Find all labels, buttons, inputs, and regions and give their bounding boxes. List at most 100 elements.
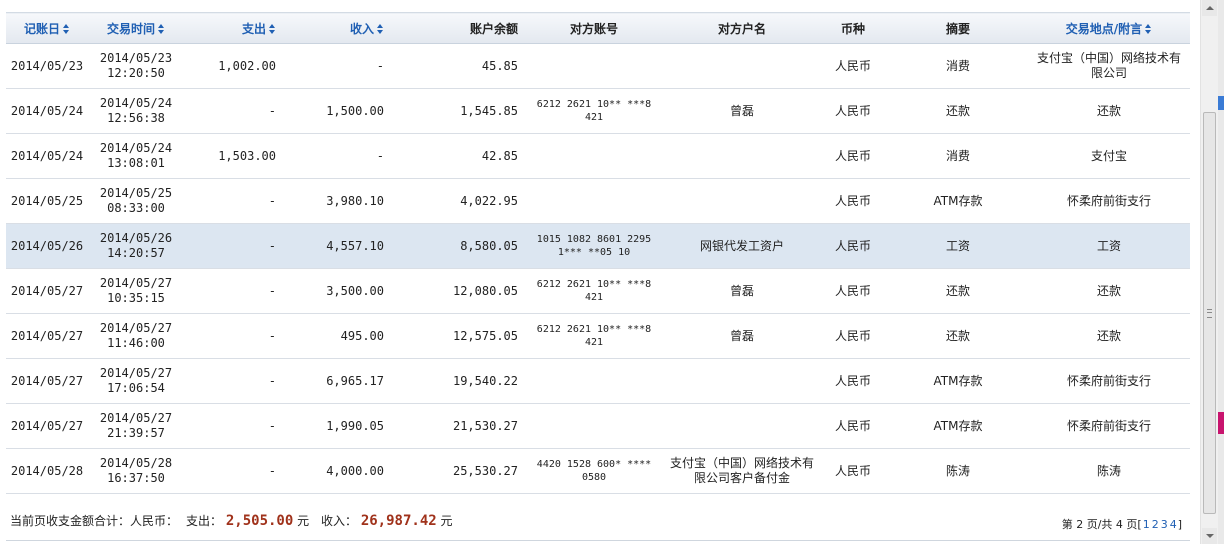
cell-time-date: 2014/05/23 xyxy=(99,51,173,65)
vertical-scrollbar[interactable] xyxy=(1200,0,1218,544)
cell-place: 怀柔府前街支行 xyxy=(1028,403,1190,449)
cell-time-date: 2014/05/25 xyxy=(99,186,173,200)
cell-memo: 工资 xyxy=(888,223,1028,269)
sort-icon xyxy=(269,23,276,34)
table-row[interactable]: 2014/05/28 2014/05/28 16:37:50-4,000.00 25,… xyxy=(6,448,1190,494)
cell-out: - xyxy=(184,268,280,314)
cell-balance: 12,080.05 xyxy=(388,268,522,314)
cell-time-date: 2014/05/24 xyxy=(99,96,173,110)
cell-out: - xyxy=(184,313,280,359)
cell-place: 工资 xyxy=(1028,223,1190,269)
cell-account: 1015 1082 8601 2295 1*** **05 10 xyxy=(522,223,666,269)
cell-time-clock: 10:35:15 xyxy=(107,291,165,305)
table-row[interactable]: 2014/05/26 2014/05/26 14:20:57-4,557.10 8,5… xyxy=(6,223,1190,269)
cell-memo: 消费 xyxy=(888,133,1028,179)
cell-date: 2014/05/27 xyxy=(6,268,88,314)
table-row[interactable]: 2014/05/25 2014/05/25 08:33:00-3,980.10 4,0… xyxy=(6,178,1190,224)
cell-name xyxy=(666,403,818,449)
cell-currency: 人民币 xyxy=(818,268,888,314)
cell-currency: 人民币 xyxy=(818,178,888,224)
cell-time: 2014/05/26 14:20:57 xyxy=(88,223,184,269)
table-row[interactable]: 2014/05/24 2014/05/24 12:56:38-1,500.00 1,5… xyxy=(6,88,1190,134)
cell-memo: ATM存款 xyxy=(888,178,1028,224)
cell-place: 陈涛 xyxy=(1028,448,1190,494)
table-row[interactable]: 2014/05/23 2014/05/23 12:20:50 1,002.00-45.… xyxy=(6,43,1190,89)
page-link-4[interactable]: 4 xyxy=(1170,518,1177,531)
page-link-2[interactable]: 2 xyxy=(1152,518,1159,531)
cell-memo: ATM存款 xyxy=(888,358,1028,404)
cell-place: 怀柔府前街支行 xyxy=(1028,178,1190,224)
cell-place: 还款 xyxy=(1028,88,1190,134)
cell-in: 1,500.00 xyxy=(280,88,388,134)
cell-balance: 1,545.85 xyxy=(388,88,522,134)
cell-name: 曾磊 xyxy=(666,88,818,134)
cell-account: 4420 1528 600* **** 0580 xyxy=(522,448,666,494)
table-row[interactable]: 2014/05/24 2014/05/24 13:08:01 1,503.00-42.… xyxy=(6,133,1190,179)
summary-label: 当前页收支金额合计：人民币： xyxy=(10,514,179,528)
cell-date: 2014/05/24 xyxy=(6,133,88,179)
cell-currency: 人民币 xyxy=(818,403,888,449)
pagination: 第 2 页/共 4 页[1 2 3 4] xyxy=(1062,516,1182,532)
cell-date: 2014/05/28 xyxy=(6,448,88,494)
cell-balance: 21,530.27 xyxy=(388,403,522,449)
cell-in: - xyxy=(280,133,388,179)
cell-out: - xyxy=(184,178,280,224)
cell-time-clock: 17:06:54 xyxy=(107,381,165,395)
cell-in: 1,990.05 xyxy=(280,403,388,449)
header-date[interactable]: 记账日 xyxy=(6,12,88,44)
cell-name xyxy=(666,358,818,404)
top-bar xyxy=(0,0,1200,10)
cell-time: 2014/05/27 17:06:54 xyxy=(88,358,184,404)
cell-name: 曾磊 xyxy=(666,268,818,314)
table-row[interactable]: 2014/05/27 2014/05/27 17:06:54-6,965.17 19,… xyxy=(6,358,1190,404)
cell-name xyxy=(666,43,818,89)
page-link-3[interactable]: 3 xyxy=(1161,518,1168,531)
header-place[interactable]: 交易地点/附言 xyxy=(1028,12,1190,44)
cell-time-clock: 08:33:00 xyxy=(107,201,165,215)
cell-account: 6212 2621 10** ***8 421 xyxy=(522,268,666,314)
cell-balance: 4,022.95 xyxy=(388,178,522,224)
cell-time: 2014/05/23 12:20:50 xyxy=(88,43,184,89)
cell-in: 3,980.10 xyxy=(280,178,388,224)
cell-memo: 还款 xyxy=(888,268,1028,314)
sort-icon xyxy=(158,23,165,34)
header-time[interactable]: 交易时间 xyxy=(88,12,184,44)
transaction-table-wrapper: 记账日 交易时间 支出 收入 账户余额 对方账号 对方户名 币种 摘要 交易地点… xyxy=(6,12,1190,494)
table-row[interactable]: 2014/05/27 2014/05/27 21:39:57-1,990.05 21,… xyxy=(6,403,1190,449)
table-row[interactable]: 2014/05/27 2014/05/27 11:46:00-495.00 12,57… xyxy=(6,313,1190,359)
cell-out: - xyxy=(184,403,280,449)
scroll-up-arrow-icon[interactable] xyxy=(1202,0,1217,16)
sort-icon xyxy=(63,23,70,34)
header-account: 对方账号 xyxy=(522,12,666,44)
cell-out: 1,002.00 xyxy=(184,43,280,89)
header-in[interactable]: 收入 xyxy=(280,12,388,44)
scroll-down-arrow-icon[interactable] xyxy=(1202,528,1217,544)
cell-in: - xyxy=(280,43,388,89)
header-name: 对方户名 xyxy=(666,12,818,44)
cell-time: 2014/05/25 08:33:00 xyxy=(88,178,184,224)
cell-currency: 人民币 xyxy=(818,358,888,404)
cell-time-date: 2014/05/27 xyxy=(99,276,173,290)
cell-balance: 19,540.22 xyxy=(388,358,522,404)
summary-out-unit: 元 xyxy=(297,514,310,528)
table-header-row: 记账日 交易时间 支出 收入 账户余额 对方账号 对方户名 币种 摘要 交易地点… xyxy=(6,12,1190,44)
cell-time: 2014/05/28 16:37:50 xyxy=(88,448,184,494)
cell-place: 怀柔府前街支行 xyxy=(1028,358,1190,404)
cell-name: 曾磊 xyxy=(666,313,818,359)
cell-in: 3,500.00 xyxy=(280,268,388,314)
cell-currency: 人民币 xyxy=(818,448,888,494)
grip-icon xyxy=(1207,309,1212,318)
scrollbar-thumb[interactable] xyxy=(1203,112,1216,514)
table-row[interactable]: 2014/05/27 2014/05/27 10:35:15-3,500.00 12,… xyxy=(6,268,1190,314)
sort-icon xyxy=(1145,23,1152,34)
cell-time-date: 2014/05/28 xyxy=(99,456,173,470)
page-link-1[interactable]: 1 xyxy=(1143,518,1150,531)
cell-out: - xyxy=(184,88,280,134)
cell-in: 495.00 xyxy=(280,313,388,359)
header-out[interactable]: 支出 xyxy=(184,12,280,44)
pager-prefix: 第 2 页/共 4 页[ xyxy=(1061,518,1142,531)
summary-in-unit: 元 xyxy=(440,514,453,528)
cell-account: 6212 2621 10** ***8 421 xyxy=(522,88,666,134)
cell-currency: 人民币 xyxy=(818,43,888,89)
cell-balance: 8,580.05 xyxy=(388,223,522,269)
